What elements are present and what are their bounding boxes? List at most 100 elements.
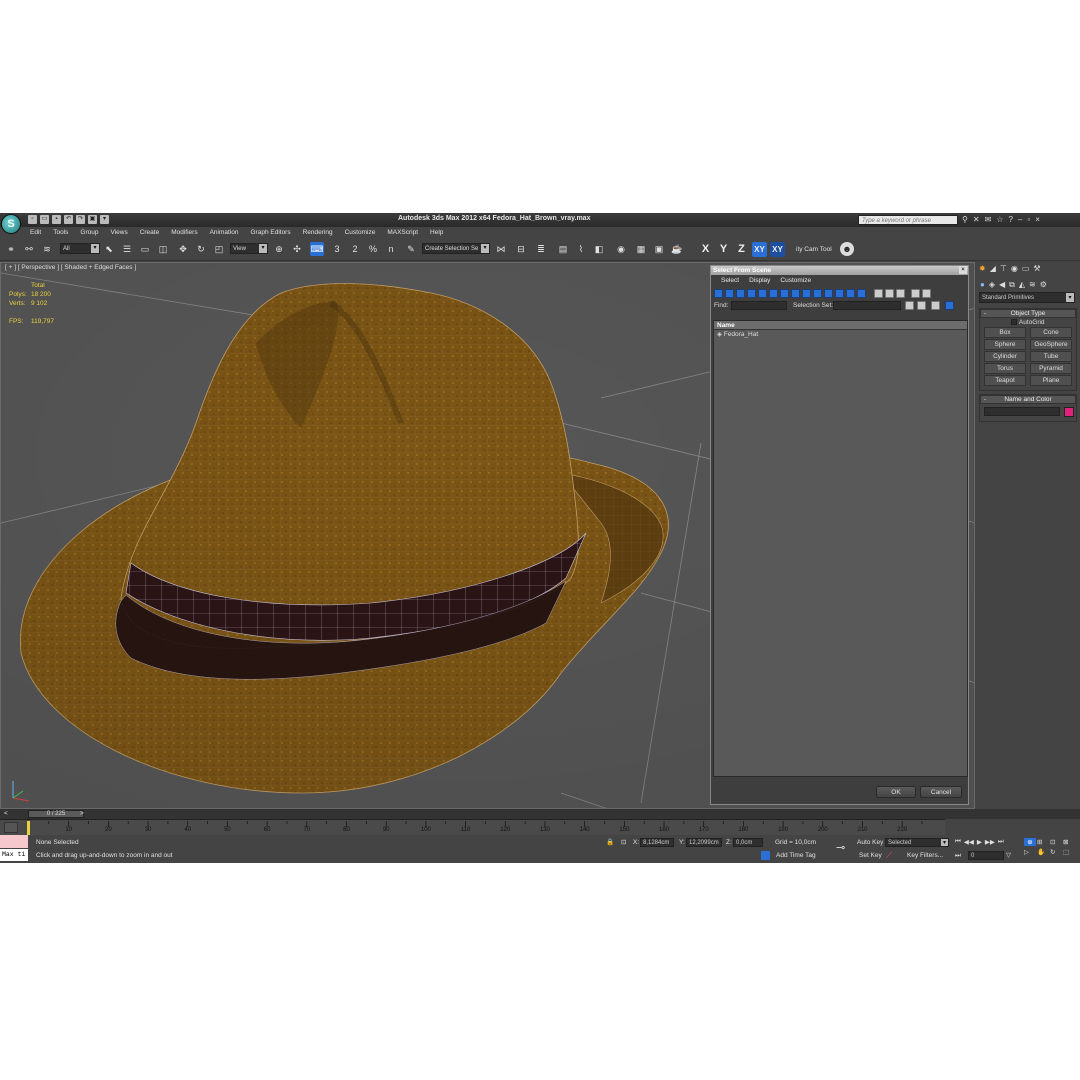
display-hidden-icon[interactable] — [835, 288, 844, 298]
menu-rendering[interactable]: Rendering — [297, 228, 339, 238]
curve-editor-icon[interactable]: ⌇ — [574, 242, 588, 256]
communication-icon[interactable]: ✉ — [985, 215, 992, 225]
restrict-y-button[interactable]: Y — [716, 242, 731, 257]
field-of-view-icon[interactable]: ▷ — [1024, 848, 1036, 856]
scale-icon[interactable]: ◰ — [212, 242, 226, 256]
object-type-rollout-header[interactable]: - Object Type — [980, 309, 1076, 318]
x-coordinate-field[interactable]: 8,1284cm — [640, 838, 674, 847]
lock-selection-icon[interactable]: 🔒 — [606, 838, 614, 846]
previous-frame-icon[interactable]: ◀◀ — [964, 838, 974, 846]
rendered-frame-window-icon[interactable]: ▣ — [652, 242, 666, 256]
geosphere-button[interactable]: GeoSphere — [1030, 339, 1072, 350]
selection-set-dropdown[interactable] — [833, 301, 901, 310]
select-none-icon[interactable] — [885, 288, 894, 298]
menu-views[interactable]: Views — [104, 228, 133, 238]
primitive-category-dropdown[interactable]: Standard Primitives ▾ — [979, 292, 1075, 303]
time-config-icon[interactable]: ▽ — [1006, 851, 1011, 859]
edit-named-selection-icon[interactable]: ✎ — [404, 242, 418, 256]
customize-dropdown-icon[interactable]: ▾ — [100, 215, 109, 224]
tube-button[interactable]: Tube — [1030, 351, 1072, 362]
menu-graph-editors[interactable]: Graph Editors — [245, 228, 297, 238]
display-tab-icon[interactable]: ▭ — [1022, 264, 1030, 276]
maxscript-mini-listener[interactable]: Max ti — [0, 849, 28, 861]
display-geometry-icon[interactable] — [714, 288, 723, 298]
viewport-label[interactable]: [ + ] [ Perspective ] [ Shaded + Edged F… — [5, 264, 136, 271]
search-input[interactable]: Type a keyword or phrase — [858, 215, 958, 225]
key-mode-toggle-icon[interactable]: ⏭ — [955, 852, 961, 860]
play-icon[interactable]: ▶ — [977, 838, 982, 846]
percent-snap-toggle[interactable]: % — [366, 242, 380, 256]
find-input[interactable] — [731, 301, 787, 310]
display-groups-icon[interactable] — [780, 288, 789, 298]
display-shapes-icon[interactable] — [725, 288, 734, 298]
helpers-icon[interactable]: ◭ — [1019, 280, 1025, 292]
selection-set-add-icon[interactable] — [917, 301, 926, 310]
zoom-extents-all-icon[interactable]: ⊠ — [1063, 838, 1075, 846]
angle-snap-toggle[interactable]: 2 — [348, 242, 362, 256]
help-icon[interactable]: ? — [1008, 215, 1012, 225]
dialog-menu-customize[interactable]: Customize — [780, 275, 811, 286]
plane-button[interactable]: Plane — [1030, 375, 1072, 386]
object-color-swatch[interactable] — [1064, 407, 1074, 417]
menu-tools[interactable]: Tools — [47, 228, 74, 238]
render-setup-icon[interactable]: ▦ — [634, 242, 648, 256]
subscription-icon[interactable]: ✕ — [973, 215, 980, 225]
favorites-icon[interactable]: ☆ — [996, 215, 1003, 225]
display-containers-icon[interactable] — [813, 288, 822, 298]
rotate-icon[interactable]: ↻ — [194, 242, 208, 256]
project-folder-icon[interactable]: ▣ — [88, 215, 97, 224]
set-key-button[interactable]: Set Key — [859, 852, 882, 859]
display-xrefs-icon[interactable] — [791, 288, 800, 298]
menu-animation[interactable]: Animation — [204, 228, 245, 238]
sphere-button[interactable]: Sphere — [984, 339, 1026, 350]
select-all-icon[interactable] — [874, 288, 883, 298]
set-key-mode-icon[interactable]: ⟋ — [886, 850, 892, 861]
time-slider-thumb[interactable]: 0 / 225 — [28, 810, 84, 818]
cylinder-button[interactable]: Cylinder — [984, 351, 1026, 362]
torus-button[interactable]: Torus — [984, 363, 1026, 374]
close-icon[interactable]: × — [1035, 215, 1040, 225]
selected-set-dropdown[interactable]: Selected ▾ — [885, 838, 949, 847]
time-slider-next-icon[interactable]: > — [80, 810, 84, 817]
modify-tab-icon[interactable]: ◢ — [990, 264, 996, 276]
track-bar[interactable]: 10 20 30 40 50 60 70 80 90 100 110 120 130 140 150 160 1… — [0, 819, 945, 835]
select-by-name-icon[interactable]: ☰ — [120, 242, 134, 256]
display-spacewarps-icon[interactable] — [769, 288, 778, 298]
autogrid-checkbox[interactable]: AutoGrid — [980, 318, 1076, 327]
filter-options-icon[interactable] — [922, 288, 931, 298]
display-lights-icon[interactable] — [736, 288, 745, 298]
material-editor-icon[interactable]: ◉ — [614, 242, 628, 256]
restrict-xy-button[interactable]: XY — [752, 242, 767, 257]
bind-space-warp-icon[interactable]: ≋ — [40, 242, 54, 256]
y-coordinate-field[interactable]: 12,2099cm — [686, 838, 722, 847]
menu-modifiers[interactable]: Modifiers — [165, 228, 203, 238]
pan-icon[interactable]: ✋ — [1037, 848, 1049, 856]
mirror-icon[interactable]: ⋈ — [494, 242, 508, 256]
go-to-start-icon[interactable]: ⏮ — [955, 838, 961, 846]
display-bones-icon[interactable] — [802, 288, 811, 298]
geometry-icon[interactable]: ● — [980, 280, 985, 292]
z-coordinate-field[interactable]: 0,0cm — [733, 838, 763, 847]
shapes-icon[interactable]: ◈ — [989, 280, 995, 292]
time-slider-prev-icon[interactable]: < — [4, 810, 8, 817]
rectangular-selection-icon[interactable]: ▭ — [138, 242, 152, 256]
save-file-icon[interactable]: ▪ — [52, 215, 61, 224]
ok-button[interactable]: OK — [876, 786, 916, 798]
undo-icon[interactable]: ↶ — [64, 215, 73, 224]
systems-icon[interactable]: ⚙ — [1040, 280, 1047, 292]
key-filters-button[interactable]: Key Filters... — [907, 852, 943, 859]
box-button[interactable]: Box — [984, 327, 1026, 338]
schematic-view-icon[interactable]: ◧ — [592, 242, 606, 256]
cone-button[interactable]: Cone — [1030, 327, 1072, 338]
dialog-menu-select[interactable]: Select — [721, 275, 739, 286]
teapot-button[interactable]: Teapot — [984, 375, 1026, 386]
zoom-all-icon[interactable]: ⊞ — [1037, 838, 1049, 846]
cam-tool-label[interactable]: ity Cam Tool — [796, 246, 832, 253]
zoom-extents-icon[interactable]: ⊡ — [1050, 838, 1062, 846]
utilities-tab-icon[interactable]: ⚒ — [1033, 264, 1040, 276]
snap-3d-toggle[interactable]: 3 — [330, 242, 344, 256]
reference-coordinate-dropdown[interactable]: View ▾ — [230, 243, 268, 254]
zoom-icon[interactable]: ⊕ — [1024, 838, 1036, 846]
add-time-tag-button[interactable]: Add Time Tag — [776, 852, 816, 859]
menu-edit[interactable]: Edit — [24, 228, 47, 238]
